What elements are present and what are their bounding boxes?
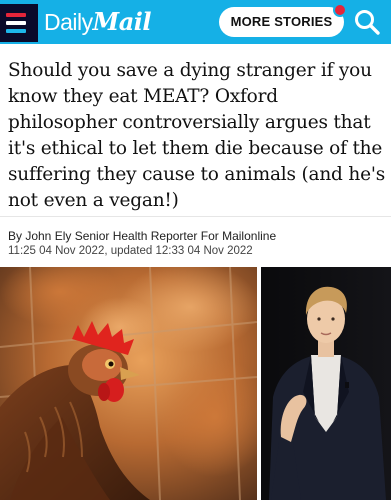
logo-daily: Daily xyxy=(44,9,93,35)
top-nav-bar: DailyMail MORE STORIES xyxy=(0,0,391,44)
speaker-photo[interactable] xyxy=(261,267,391,500)
chicken-photo[interactable] xyxy=(0,267,257,500)
headline-divider xyxy=(0,216,391,217)
article-dateline: 11:25 04 Nov 2022, updated 12:33 04 Nov … xyxy=(8,245,253,257)
more-stories-button[interactable]: MORE STORIES xyxy=(219,7,344,37)
notification-dot xyxy=(333,3,347,17)
logo-mail: Mail xyxy=(92,7,152,36)
site-logo[interactable]: DailyMail xyxy=(44,7,151,37)
article-byline[interactable]: By John Ely Senior Health Reporter For M… xyxy=(8,229,276,243)
hamburger-menu-icon[interactable] xyxy=(0,4,38,42)
search-icon[interactable] xyxy=(353,8,381,36)
article-headline: Should you save a dying stranger if you … xyxy=(8,60,386,211)
